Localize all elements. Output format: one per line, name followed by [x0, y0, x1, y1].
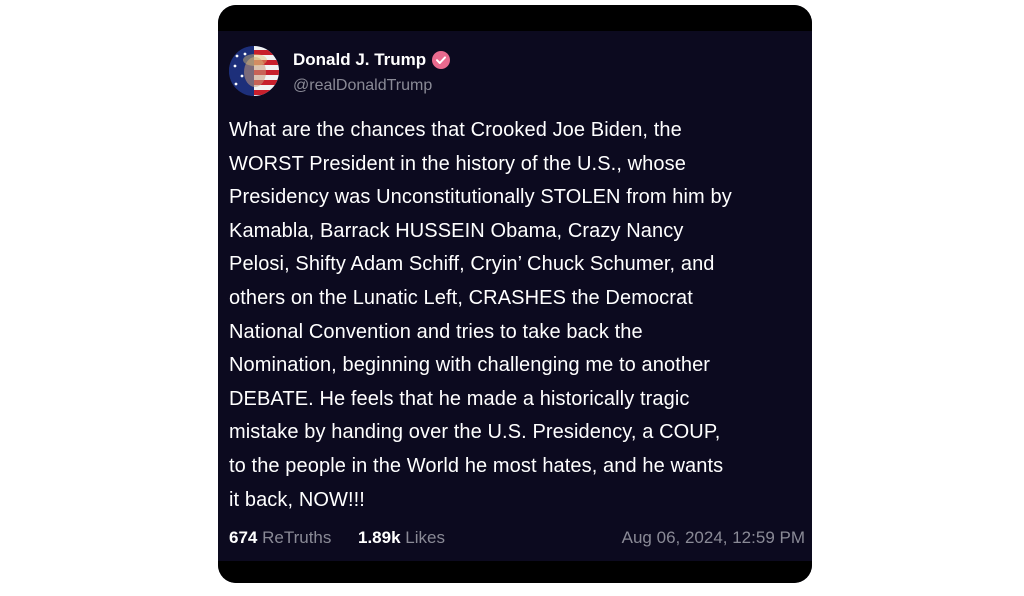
- post-card: Donald J. Trump @realDonaldTrump What ar…: [218, 5, 812, 583]
- author-handle[interactable]: @realDonaldTrump: [293, 77, 432, 95]
- retruths-label: ReTruths: [262, 528, 332, 547]
- avatar-image: [229, 46, 279, 96]
- author-name[interactable]: Donald J. Trump: [293, 50, 426, 70]
- likes-label: Likes: [405, 528, 445, 547]
- post-footer: 674 ReTruths 1.89k Likes Aug 06, 2024, 1…: [229, 528, 805, 550]
- retruths-count: 674: [229, 528, 258, 547]
- post-timestamp[interactable]: Aug 06, 2024, 12:59 PM: [622, 528, 805, 548]
- retruths-stat[interactable]: 674 ReTruths: [229, 528, 331, 548]
- verified-badge-icon: [432, 51, 451, 69]
- post-text: What are the chances that Crooked Joe Bi…: [229, 119, 732, 511]
- likes-stat[interactable]: 1.89k Likes: [358, 528, 445, 548]
- likes-count: 1.89k: [358, 528, 401, 547]
- card-bottom-bar: [218, 561, 812, 583]
- avatar[interactable]: [229, 46, 279, 96]
- author-row: Donald J. Trump: [293, 50, 451, 70]
- card-top-bar: [218, 5, 812, 31]
